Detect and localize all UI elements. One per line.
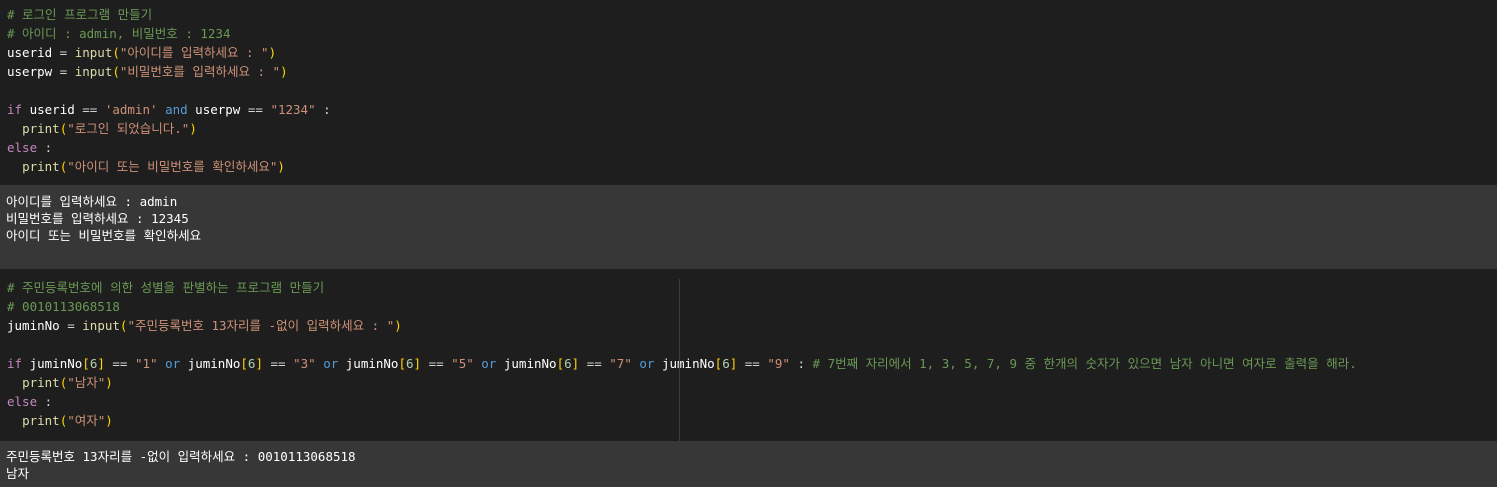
code-line: print("여자") (22, 413, 113, 428)
colon: : (789, 356, 813, 371)
output-line: 아이디를 입력하세요 : admin (6, 194, 178, 209)
string-literal: "아이디를 입력하세요 : " (119, 45, 269, 60)
index-number: 6 (722, 356, 730, 371)
code-line: if userid == 'admin' and userpw == "1234… (7, 100, 1497, 119)
comparison-op: == (737, 356, 768, 371)
notebook-page: # 로그인 프로그램 만들기 # 아이디 : admin, 비밀번호 : 123… (0, 0, 1497, 487)
keyword: else (7, 394, 38, 409)
string-literal: "로그인 되었습니다." (67, 121, 190, 136)
code-cell-jumin[interactable]: # 주민등록번호에 의한 성별을 판별하는 프로그램 만들기 # 0010113… (0, 278, 1497, 441)
string-literal: "5" (451, 356, 474, 371)
assign-op: = (59, 318, 83, 333)
assign-op: = (52, 45, 75, 60)
colon: : (315, 102, 331, 117)
function-name: input (74, 64, 113, 79)
code-line-condition: if juminNo[6] == "1" or juminNo[6] == "3… (7, 356, 1357, 371)
keyword: else (7, 140, 38, 155)
logical-op: or (639, 356, 655, 371)
assign-op: = (52, 64, 75, 79)
comparison-op: == (262, 356, 294, 371)
variable: juminNo (7, 318, 60, 333)
logical-op: and (165, 102, 188, 117)
variable: juminNo (503, 356, 557, 371)
output-line: 아이디 또는 비밀번호를 확인하세요 (6, 228, 202, 243)
string-literal: "9" (767, 356, 790, 371)
variable: juminNo (661, 356, 715, 371)
code-comment: # 0010113068518 (7, 299, 120, 314)
editor-ruler (679, 279, 680, 441)
string-literal: "3" (293, 356, 316, 371)
string-literal: "남자" (67, 375, 106, 390)
string-literal: 'admin' (104, 102, 158, 117)
colon: : (37, 394, 53, 409)
variable: juminNo (345, 356, 399, 371)
output-cell-login: 아이디를 입력하세요 : admin 비밀번호를 입력하세요 : 12345 아… (0, 185, 1497, 269)
function-name: print (22, 413, 60, 428)
comparison-op: == (421, 356, 452, 371)
string-literal: "7" (609, 356, 632, 371)
function-name: input (74, 45, 113, 60)
variable: userpw (7, 64, 53, 79)
inline-comment: # 7번째 자리에서 1, 3, 5, 7, 9 중 한개의 숫자가 있으면 남… (812, 356, 1357, 371)
code-line: userid = input("아이디를 입력하세요 : ") (7, 45, 277, 60)
comparison-op: == (579, 356, 610, 371)
code-line: print("아이디 또는 비밀번호를 확인하세요") (22, 159, 285, 174)
comparison-op: == (247, 102, 271, 117)
code-line: print("남자") (22, 375, 113, 390)
logical-op: or (323, 356, 339, 371)
function-name: print (22, 121, 60, 136)
variable: juminNo (29, 356, 83, 371)
logical-op: or (481, 356, 497, 371)
string-literal: "비밀번호를 입력하세요 : " (119, 64, 281, 79)
variable: juminNo (187, 356, 241, 371)
variable: userid (22, 102, 83, 117)
output-line: 남자 (6, 466, 30, 481)
code-comment: # 주민등록번호에 의한 성별을 판별하는 프로그램 만들기 (7, 280, 325, 295)
output-cell-jumin: 주민등록번호 13자리를 -없이 입력하세요 : 0010113068518 남… (0, 441, 1497, 487)
function-name: input (82, 318, 120, 333)
code-cell-login[interactable]: # 로그인 프로그램 만들기 # 아이디 : admin, 비밀번호 : 123… (0, 5, 1497, 185)
colon: : (37, 140, 53, 155)
string-literal: "1234" (270, 102, 316, 117)
comparison-op: == (104, 356, 135, 371)
string-literal: "아이디 또는 비밀번호를 확인하세요" (67, 159, 278, 174)
string-literal: "1" (134, 356, 158, 371)
code-comment: # 아이디 : admin, 비밀번호 : 1234 (7, 26, 231, 41)
output-line: 주민등록번호 13자리를 -없이 입력하세요 : 0010113068518 (6, 449, 356, 464)
comparison-op: == (82, 102, 105, 117)
logical-op: or (165, 356, 181, 371)
code-comment: # 로그인 프로그램 만들기 (7, 7, 153, 22)
string-literal: "주민등록번호 13자리를 -없이 입력하세요 : " (127, 318, 395, 333)
code-line: print("로그인 되었습니다.") (22, 121, 197, 136)
output-line: 비밀번호를 입력하세요 : 12345 (6, 211, 189, 226)
string-literal: "여자" (67, 413, 106, 428)
index-number: 6 (406, 356, 414, 371)
code-line: else : (7, 392, 1497, 411)
code-line: userpw = input("비밀번호를 입력하세요 : ") (7, 64, 288, 79)
function-name: print (22, 375, 60, 390)
code-line: else : (7, 138, 1497, 157)
code-line: juminNo = input("주민등록번호 13자리를 -없이 입력하세요 … (7, 318, 402, 333)
keyword: if (7, 356, 23, 371)
variable: userid (7, 45, 53, 60)
keyword: if (7, 102, 23, 117)
function-name: print (22, 159, 60, 174)
variable: userpw (187, 102, 248, 117)
index-number: 6 (564, 356, 572, 371)
